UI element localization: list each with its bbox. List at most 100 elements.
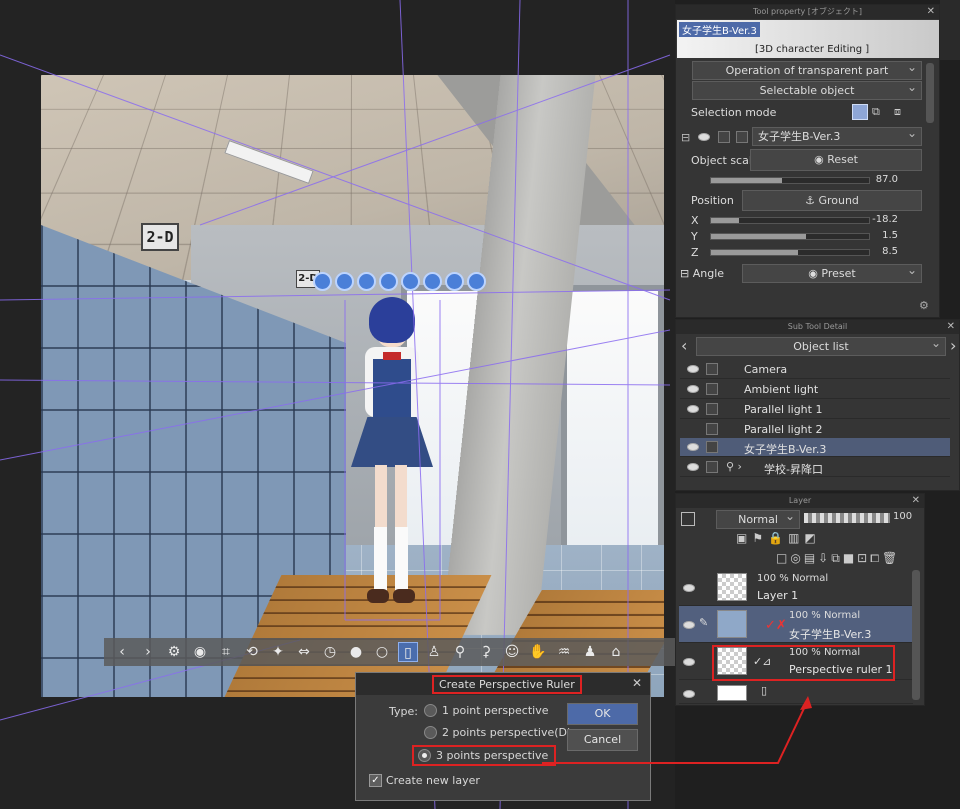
lock-toggle[interactable] [706,383,718,395]
move-plane-icon[interactable] [379,272,398,291]
object-list-item[interactable]: Camera [680,360,950,379]
rotate-icon[interactable]: ⟲ [242,642,262,662]
dialog-titlebar[interactable]: Create Perspective Ruler ✕ [356,673,650,695]
radio-icon[interactable] [418,749,431,762]
object-list-item[interactable]: 女子学生B-Ver.3 [680,438,950,457]
lock-icon[interactable]: ⌂ [606,642,626,662]
create-new-layer-checkbox[interactable]: ✓ Create new layer [369,774,480,787]
rotate-3d-icon[interactable] [445,272,464,291]
eye-icon[interactable] [687,365,699,373]
mannequin-icon[interactable]: ⚳ [476,642,496,662]
y-slider[interactable] [710,233,870,240]
y-value[interactable]: 1.5 [862,230,898,241]
select-mode-icon[interactable] [852,104,868,120]
panel-header[interactable]: Tool property [オブジェクト] ✕ [676,5,939,19]
eye-icon[interactable] [683,658,695,666]
pose-icon[interactable]: ✦ [268,642,288,662]
chevron-left-icon[interactable]: ‹ [112,642,132,662]
transparent-part-dropdown[interactable]: Operation of transparent part [692,59,922,80]
eye-icon[interactable] [683,584,695,592]
layer-row[interactable]: 100 % Normal Layer 1 [679,569,913,606]
reset-button[interactable]: ◉ Reset [750,149,922,171]
layer-scrollbar[interactable] [912,570,920,700]
pen-icon[interactable]: ✎ [699,616,708,629]
panel-header[interactable]: Layer ✕ [676,494,924,508]
head-icon[interactable]: ☺ [502,642,522,662]
dolly-icon[interactable] [357,272,376,291]
wrench-icon[interactable]: ⚙ [919,299,929,312]
preset-dropdown[interactable]: ◉ Preset [742,262,922,283]
radio-icon[interactable] [424,704,437,717]
mask-icon[interactable]: ■ [843,551,857,565]
3d-scene-canvas[interactable]: 2-D 2-D [41,75,664,697]
color-icon[interactable]: ◩ [804,531,820,545]
expand-icon[interactable]: ⚲ › [726,460,742,473]
lock-toggle[interactable] [706,441,718,453]
x-slider[interactable] [710,217,870,224]
eye-icon[interactable] [683,621,695,629]
eye-icon[interactable] [687,463,699,471]
trash-icon[interactable]: 🗑 [882,551,900,565]
circle-icon[interactable]: ○ [372,642,392,662]
opacity-value[interactable]: 100 [893,511,912,522]
sphere-icon[interactable]: ● [346,642,366,662]
object-list-item[interactable]: 学校-昇降口 ⚲ › [680,458,950,477]
z-slider[interactable] [710,249,870,256]
eye-icon[interactable] [687,443,699,451]
stick-icon[interactable]: ⚲ [450,642,470,662]
color-mode-icon[interactable] [681,512,695,526]
visibility-toggle[interactable] [736,131,748,143]
new-raster-icon[interactable]: □ [776,551,790,565]
close-icon[interactable]: ✕ [927,5,935,19]
clip-icon[interactable]: ▥ [788,531,804,545]
object-scale-slider[interactable] [710,177,870,184]
layer-row[interactable]: ▯ [679,682,913,704]
selectable-object-dropdown[interactable]: Selectable object [692,79,922,100]
radio-3-points[interactable]: 3 points perspective [412,745,557,766]
select-group-icon[interactable]: ⧉ [872,105,880,119]
copy-icon[interactable]: ⧠ [870,551,882,565]
clock-icon[interactable]: ◷ [320,642,340,662]
3d-character[interactable] [341,297,441,627]
ground-button[interactable]: ⚓ Ground [742,190,922,211]
eye-icon[interactable] [698,133,710,141]
eye-icon[interactable] [687,385,699,393]
object-manipulator[interactable] [313,272,486,291]
chevron-left-icon[interactable]: ‹ [681,336,687,355]
rotate-axis-icon[interactable] [423,272,442,291]
x-value[interactable]: -18.2 [862,214,898,225]
layer-row[interactable]: ✎ ✓✗ 100 % Normal 女子学生B-Ver.3 [679,606,913,643]
opacity-slider[interactable] [804,513,890,523]
chevron-right-icon[interactable]: › [138,642,158,662]
transfer-icon[interactable]: ⇩ [818,551,831,565]
close-icon[interactable]: ✕ [632,676,642,690]
hand-icon[interactable]: ✋ [528,642,548,662]
move-camera-icon[interactable] [313,272,332,291]
cancel-button[interactable]: Cancel [567,729,638,751]
radio-2-points[interactable]: 2 points perspective(D) [424,726,571,739]
radio-1-point[interactable]: 1 point perspective [424,704,549,717]
scale-value[interactable]: 87.0 [862,174,898,185]
ruler-x-icon[interactable]: ✓✗ [765,618,787,633]
lock-toggle[interactable] [718,131,730,143]
wrench-icon[interactable]: ⚙ [164,642,184,662]
reference-icon[interactable]: ⚑ [752,531,768,545]
object-list-item[interactable]: Ambient light [680,380,950,399]
eye-icon[interactable] [687,405,699,413]
merge-icon[interactable]: ⧉ [831,551,843,565]
rotate-icon[interactable] [401,272,420,291]
apply-icon[interactable]: ⊡ [857,551,870,565]
lock-toggle[interactable] [706,363,718,375]
person-icon[interactable]: ♙ [424,642,444,662]
close-icon[interactable]: ✕ [947,320,955,334]
object-list-item[interactable]: Parallel light 1 [680,400,950,419]
vertical-scrollbar[interactable] [926,63,934,123]
eye-icon[interactable] [683,690,695,698]
figure-icon[interactable]: ♟ [580,642,600,662]
z-value[interactable]: 8.5 [862,246,898,257]
close-icon[interactable]: ✕ [912,494,920,508]
object-list-item[interactable]: Parallel light 2 [680,420,950,439]
object-dropdown[interactable]: 女子学生B-Ver.3 [752,125,922,146]
panel-icon[interactable]: ▯ [398,642,418,662]
new-folder-icon[interactable]: ▤ [804,551,818,565]
